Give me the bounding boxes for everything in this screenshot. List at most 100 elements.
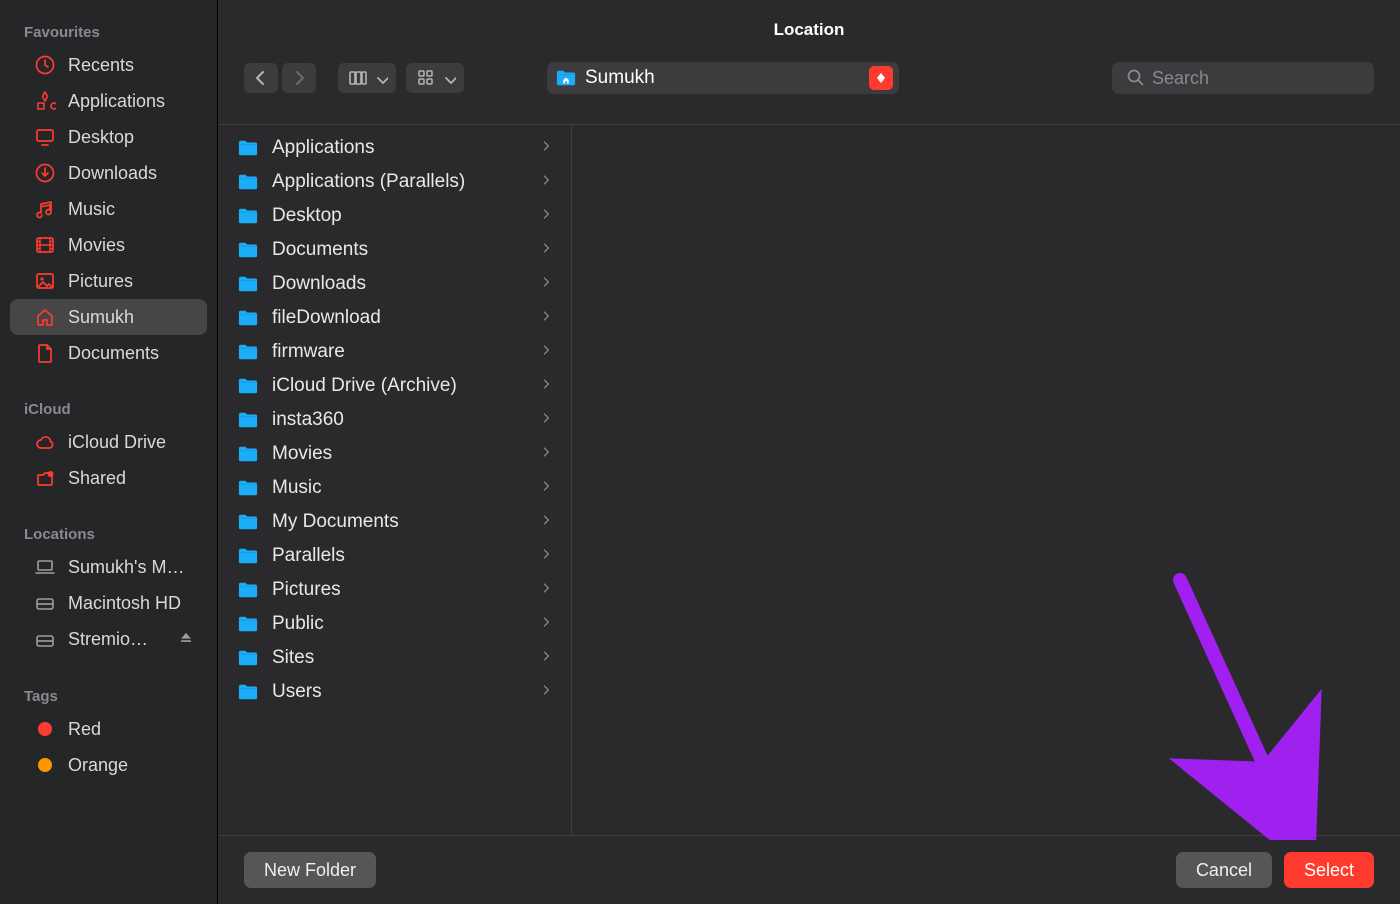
folder-row[interactable]: Pictures xyxy=(226,573,563,607)
desktop-icon xyxy=(34,126,56,148)
laptop-icon xyxy=(34,556,56,578)
sidebar-item-icloud-drive[interactable]: iCloud Drive xyxy=(10,424,207,460)
sidebar-item-shared[interactable]: Shared xyxy=(10,460,207,496)
tag-icon xyxy=(34,718,56,740)
folder-row[interactable]: Downloads xyxy=(226,267,563,301)
sidebar-item-orange[interactable]: Orange xyxy=(10,747,207,783)
folder-row[interactable]: iCloud Drive (Archive) xyxy=(226,369,563,403)
download-icon xyxy=(34,162,56,184)
folder-icon xyxy=(236,172,260,192)
folder-icon xyxy=(236,444,260,464)
sidebar-item-label: Applications xyxy=(68,91,195,112)
folder-label: fileDownload xyxy=(272,307,527,329)
sidebar-item-label: Sumukh's M… xyxy=(68,557,195,578)
home-icon xyxy=(34,306,56,328)
folder-icon xyxy=(236,138,260,158)
folder-row[interactable]: Applications xyxy=(226,131,563,165)
folder-label: Movies xyxy=(272,443,527,465)
sidebar-item-desktop[interactable]: Desktop xyxy=(10,119,207,155)
sidebar-item-recents[interactable]: Recents xyxy=(10,47,207,83)
folder-label: Desktop xyxy=(272,205,527,227)
folder-label: Downloads xyxy=(272,273,527,295)
main-panel: Location Sumukh xyxy=(217,0,1400,904)
sidebar-section-header: Locations xyxy=(0,518,217,549)
search-icon xyxy=(1124,66,1144,91)
folder-row[interactable]: Desktop xyxy=(226,199,563,233)
folder-label: My Documents xyxy=(272,511,527,533)
back-button[interactable] xyxy=(244,63,278,93)
sidebar-item-downloads[interactable]: Downloads xyxy=(10,155,207,191)
chevron-right-icon xyxy=(539,239,553,261)
chevron-right-icon xyxy=(539,137,553,159)
folder-icon xyxy=(236,342,260,362)
sidebar-section-header: Tags xyxy=(0,680,217,711)
sidebar-item-label: Movies xyxy=(68,235,195,256)
folder-row[interactable]: My Documents xyxy=(226,505,563,539)
disk-icon xyxy=(34,592,56,614)
folder-icon xyxy=(236,614,260,634)
sidebar-item-applications[interactable]: Applications xyxy=(10,83,207,119)
sidebar-item-macintosh-hd[interactable]: Macintosh HD xyxy=(10,585,207,621)
sidebar-item-label: Pictures xyxy=(68,271,195,292)
forward-button[interactable] xyxy=(282,63,316,93)
folder-icon xyxy=(236,478,260,498)
folder-row[interactable]: Applications (Parallels) xyxy=(226,165,563,199)
folder-row[interactable]: insta360 xyxy=(226,403,563,437)
folder-label: Applications (Parallels) xyxy=(272,171,527,193)
clock-icon xyxy=(34,54,56,76)
folder-row[interactable]: Sites xyxy=(226,641,563,675)
folder-row[interactable]: Users xyxy=(226,675,563,709)
sidebar-item-pictures[interactable]: Pictures xyxy=(10,263,207,299)
path-control[interactable]: Sumukh xyxy=(547,62,899,94)
folder-icon xyxy=(236,546,260,566)
chevron-right-icon xyxy=(539,409,553,431)
eject-icon[interactable] xyxy=(177,628,195,651)
sidebar-item-label: Orange xyxy=(68,755,195,776)
search-field[interactable] xyxy=(1112,62,1374,94)
folder-row[interactable]: Public xyxy=(226,607,563,641)
new-folder-button[interactable]: New Folder xyxy=(244,852,376,888)
view-grid-button[interactable] xyxy=(406,63,464,93)
column-browser: Applications Applications (Parallels) Desk… xyxy=(218,125,1400,835)
sidebar-item-red[interactable]: Red xyxy=(10,711,207,747)
folder-row[interactable]: fileDownload xyxy=(226,301,563,335)
chevron-right-icon xyxy=(539,273,553,295)
chevron-right-icon xyxy=(539,443,553,465)
sidebar-item-sumukh-s-m-[interactable]: Sumukh's M… xyxy=(10,549,207,585)
folder-row[interactable]: Music xyxy=(226,471,563,505)
path-label: Sumukh xyxy=(585,67,861,89)
chevron-right-icon xyxy=(539,307,553,329)
search-input[interactable] xyxy=(1152,68,1362,89)
tag-icon xyxy=(34,754,56,776)
folder-row[interactable]: firmware xyxy=(226,335,563,369)
sidebar-item-label: Downloads xyxy=(68,163,195,184)
folder-icon xyxy=(236,274,260,294)
sidebar-item-music[interactable]: Music xyxy=(10,191,207,227)
folder-row[interactable]: Documents xyxy=(226,233,563,267)
sidebar-item-label: Macintosh HD xyxy=(68,593,195,614)
sidebar-item-movies[interactable]: Movies xyxy=(10,227,207,263)
chevron-right-icon xyxy=(539,545,553,567)
sidebar-item-label: Recents xyxy=(68,55,195,76)
cancel-button[interactable]: Cancel xyxy=(1176,852,1272,888)
folder-label: firmware xyxy=(272,341,527,363)
folder-icon xyxy=(236,682,260,702)
chevron-right-icon xyxy=(539,375,553,397)
folder-row[interactable]: Movies xyxy=(226,437,563,471)
select-button[interactable]: Select xyxy=(1284,852,1374,888)
sidebar-item-documents[interactable]: Documents xyxy=(10,335,207,371)
folder-column: Applications Applications (Parallels) Desk… xyxy=(218,125,572,835)
chevron-right-icon xyxy=(539,477,553,499)
folder-row[interactable]: Parallels xyxy=(226,539,563,573)
folder-label: Pictures xyxy=(272,579,527,601)
chevron-right-icon xyxy=(539,579,553,601)
chevron-right-icon xyxy=(539,341,553,363)
home-folder-icon xyxy=(555,67,577,89)
sidebar-item-label: Sumukh xyxy=(68,307,195,328)
apps-icon xyxy=(34,90,56,112)
sidebar-item-stremio-[interactable]: Stremio… xyxy=(10,621,207,658)
folder-icon xyxy=(236,512,260,532)
view-columns-button[interactable] xyxy=(338,63,396,93)
chevron-right-icon xyxy=(539,205,553,227)
sidebar-item-sumukh[interactable]: Sumukh xyxy=(10,299,207,335)
